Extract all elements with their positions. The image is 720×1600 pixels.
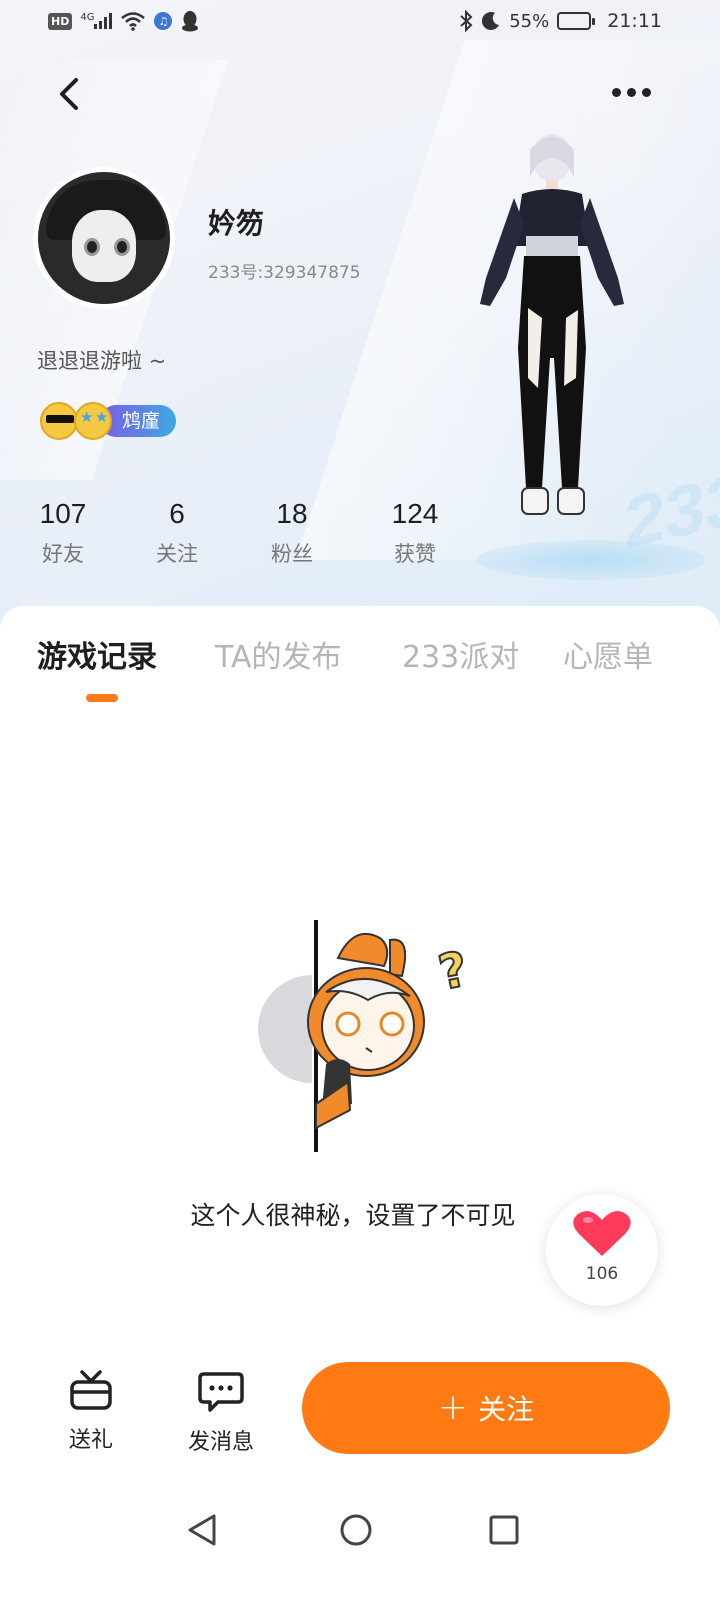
tab-233-party[interactable]: 233派对 [402, 632, 519, 676]
qq-icon [182, 11, 199, 32]
stat-value: 18 [276, 498, 308, 529]
chat-bubble-icon [198, 1372, 244, 1412]
profile-tabs: 游戏记录 TA的发布 233派对 心愿单 [0, 632, 720, 692]
plus-icon: + [437, 1387, 469, 1428]
heart-icon [573, 1211, 631, 1256]
stat-value: 107 [39, 498, 87, 529]
gift-label: 送礼 [68, 1428, 113, 1453]
user-id: 233号:329347875 [208, 263, 361, 283]
tab-game-records[interactable]: 游戏记录 [37, 632, 157, 676]
stat-label: 获赞 [394, 542, 436, 566]
battery-percent: 55% [509, 10, 550, 32]
stats-row: 107 好友 6 关注 18 粉丝 124 获赞 [0, 498, 460, 578]
nav-home-circle-icon[interactable] [338, 1512, 374, 1548]
nav-back-triangle-icon[interactable] [184, 1512, 220, 1548]
clock: 21:11 [607, 10, 662, 32]
tab-wishlist[interactable]: 心愿单 [563, 632, 653, 676]
do-not-disturb-moon-icon [482, 12, 500, 31]
avatar-3d-character[interactable] [462, 128, 642, 548]
stat-value: 6 [169, 498, 185, 529]
stat-label: 关注 [156, 542, 198, 566]
bottom-action-bar: 送礼 发消息 + 关注 [0, 1360, 720, 1470]
stat-value: 124 [391, 498, 439, 529]
stat-friends[interactable]: 107 好友 [18, 498, 108, 568]
system-navigation-bar [0, 1490, 720, 1600]
stat-label: 粉丝 [271, 542, 313, 566]
gift-button[interactable]: 送礼 [46, 1368, 136, 1454]
follow-button[interactable]: + 关注 [302, 1362, 670, 1454]
like-count: 106 [585, 1264, 619, 1284]
follow-label: 关注 [478, 1393, 535, 1426]
back-button[interactable] [54, 74, 90, 114]
bluetooth-icon [460, 10, 473, 32]
star-eyes-emoji-badge-icon [74, 402, 112, 440]
gift-icon [70, 1370, 112, 1410]
username: 妗笏 [208, 207, 265, 240]
like-button[interactable]: 106 [546, 1194, 658, 1306]
stat-likes[interactable]: 124 获赞 [370, 498, 460, 568]
more-dot-icon [612, 87, 621, 97]
more-dot-icon [627, 87, 636, 97]
avatar[interactable] [33, 167, 175, 309]
cellular-signal-icon: 4G [80, 12, 113, 29]
wifi-icon [121, 12, 146, 31]
badge-row[interactable]: 鸩廑 [40, 402, 177, 440]
peeking-character-illustration: ? [258, 920, 474, 1152]
stat-fans[interactable]: 18 粉丝 [247, 498, 337, 568]
message-label: 发消息 [187, 1430, 254, 1455]
question-mark: ? [434, 941, 473, 1002]
battery-icon [557, 12, 596, 30]
active-tab-indicator [86, 694, 118, 702]
status-bar: HD 4G ♫ 55% 21:11 [0, 0, 720, 46]
more-dot-icon [642, 87, 651, 97]
user-bio: 退退退游啦 ~ [37, 349, 167, 373]
nav-recents-square-icon[interactable] [486, 1512, 522, 1548]
more-options-button[interactable] [612, 80, 660, 104]
hd-indicator: HD [48, 12, 73, 30]
music-app-icon: ♫ [154, 12, 173, 30]
stat-label: 好友 [42, 542, 84, 566]
chevron-left-icon [60, 78, 78, 110]
message-button[interactable]: 发消息 [176, 1368, 266, 1456]
stat-following[interactable]: 6 关注 [132, 498, 222, 568]
network-type: 4G [80, 12, 95, 23]
tab-posts[interactable]: TA的发布 [215, 632, 342, 676]
sunglasses-emoji-badge-icon [40, 402, 78, 440]
